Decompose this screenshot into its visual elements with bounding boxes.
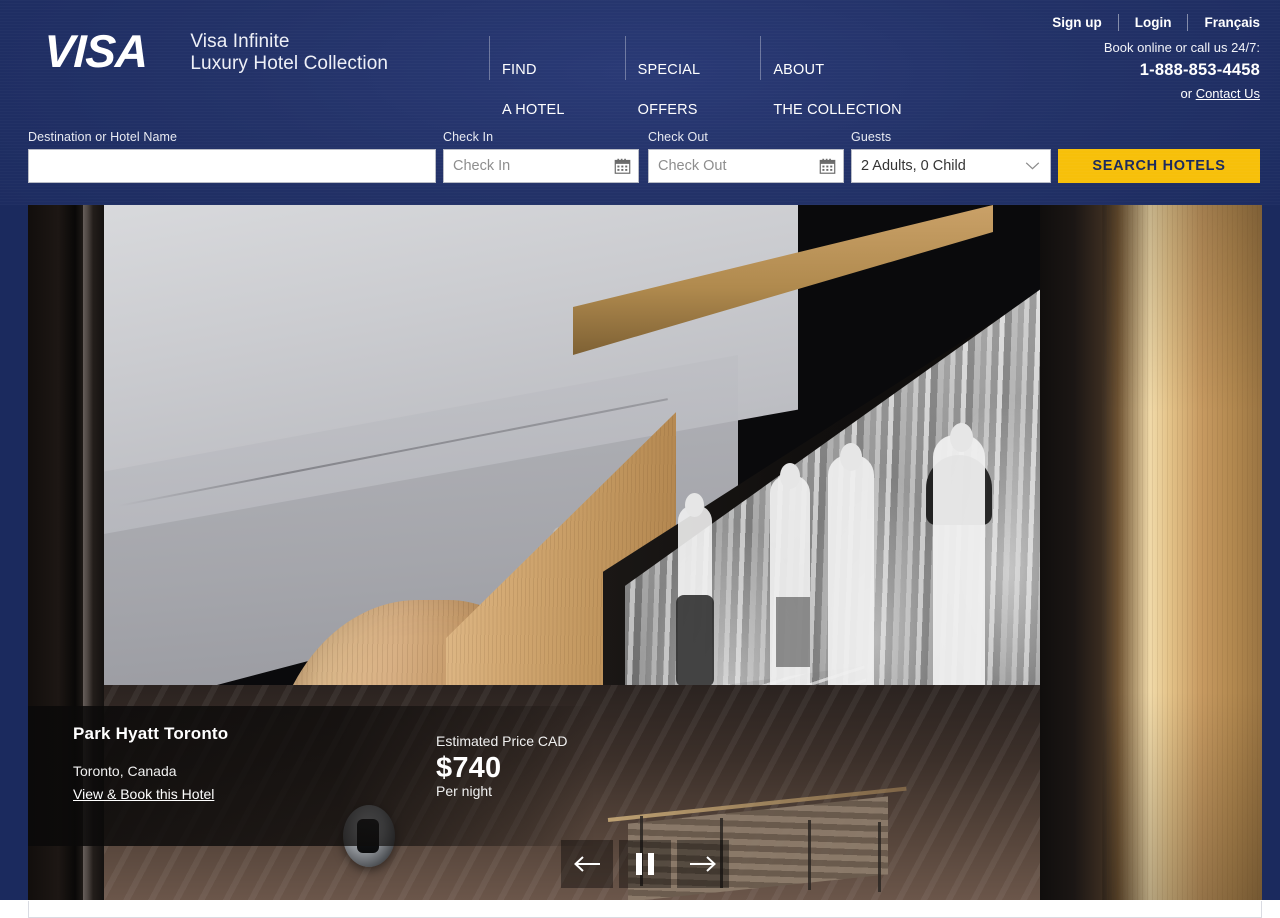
- brand-title-line2: Luxury Hotel Collection: [190, 53, 389, 74]
- or-text: or: [1180, 86, 1193, 101]
- search-bar: Destination or Hotel Name Check In Check…: [0, 130, 1280, 192]
- hotel-location: Toronto, Canada: [73, 763, 177, 779]
- phone-number: 1-888-853-4458: [1139, 61, 1260, 79]
- checkin-field: Check In: [443, 130, 639, 183]
- pause-icon: [636, 853, 654, 875]
- site-header: VISA Visa Infinite Luxury Hotel Collecti…: [0, 0, 1280, 205]
- chevron-down-icon: [1025, 162, 1040, 170]
- checkout-input-wrap[interactable]: [648, 149, 844, 183]
- utility-divider-2: [1187, 14, 1189, 31]
- hotel-info-overlay: Park Hyatt Toronto Toronto, Canada View …: [28, 706, 595, 846]
- content-strip-below-hero: [28, 901, 1262, 918]
- carousel-pause-button[interactable]: [619, 840, 671, 888]
- destination-input-wrap[interactable]: [28, 149, 436, 183]
- nav-about-line1: ABOUT: [773, 62, 825, 78]
- nav-about-line2: THE COLLECTION: [773, 102, 902, 118]
- visa-logo: VISA: [43, 25, 149, 77]
- price-unit: Per night: [436, 783, 493, 799]
- checkin-input-wrap[interactable]: [443, 149, 639, 183]
- brand-title-line1: Visa Infinite: [190, 31, 290, 52]
- nav-find-line1: FIND: [502, 62, 537, 78]
- destination-input[interactable]: [29, 150, 435, 182]
- guests-select[interactable]: 2 Adults, 0 Child: [851, 149, 1051, 183]
- page-left-edge: [0, 205, 28, 918]
- checkin-input[interactable]: [444, 150, 638, 182]
- nav-find-line2: A HOTEL: [502, 102, 565, 118]
- search-hotels-button[interactable]: SEARCH HOTELS: [1058, 149, 1260, 183]
- carousel-controls: [561, 840, 729, 888]
- carousel-prev-button[interactable]: [561, 840, 613, 888]
- price-amount: $740: [436, 752, 502, 784]
- checkout-field: Check Out: [648, 130, 844, 183]
- price-label: Estimated Price CAD: [436, 733, 568, 749]
- guests-label: Guests: [851, 130, 892, 144]
- contact-us-row: or Contact Us: [1052, 86, 1261, 101]
- utility-divider-1: [1117, 14, 1119, 31]
- carousel-next-button[interactable]: [677, 840, 729, 888]
- page-right-edge: [1262, 205, 1280, 918]
- hotel-name: Park Hyatt Toronto: [73, 724, 229, 743]
- view-and-book-link[interactable]: View & Book this Hotel: [73, 786, 214, 802]
- arrow-right-icon: [690, 856, 716, 872]
- arrow-left-icon: [574, 856, 600, 872]
- contact-us-link[interactable]: Contact Us: [1196, 86, 1260, 101]
- nav-offers-line1: SPECIAL: [637, 62, 701, 78]
- brand-title: Visa Infinite Luxury Hotel Collection: [190, 27, 388, 75]
- call-us-text: Book online or call us 24/7:: [1103, 40, 1260, 55]
- signup-link[interactable]: Sign up: [1052, 15, 1102, 30]
- checkout-label: Check Out: [648, 130, 708, 144]
- guests-field: Guests 2 Adults, 0 Child: [851, 130, 1051, 183]
- destination-field: Destination or Hotel Name: [28, 130, 436, 183]
- checkin-label: Check In: [443, 130, 494, 144]
- login-link[interactable]: Login: [1135, 15, 1172, 30]
- language-link-francais[interactable]: Français: [1204, 15, 1260, 30]
- nav-offers-line2: OFFERS: [637, 102, 698, 118]
- brand-block[interactable]: VISA Visa Infinite Luxury Hotel Collecti…: [43, 25, 388, 77]
- hero-carousel: Park Hyatt Toronto Toronto, Canada View …: [28, 205, 1262, 900]
- destination-label: Destination or Hotel Name: [28, 130, 178, 144]
- utility-links: Sign up Login Français: [1052, 14, 1260, 31]
- guests-selected-value: 2 Adults, 0 Child: [861, 158, 966, 174]
- checkout-input[interactable]: [649, 150, 843, 182]
- utility-navigation: Sign up Login Français Book online or ca…: [1052, 14, 1260, 101]
